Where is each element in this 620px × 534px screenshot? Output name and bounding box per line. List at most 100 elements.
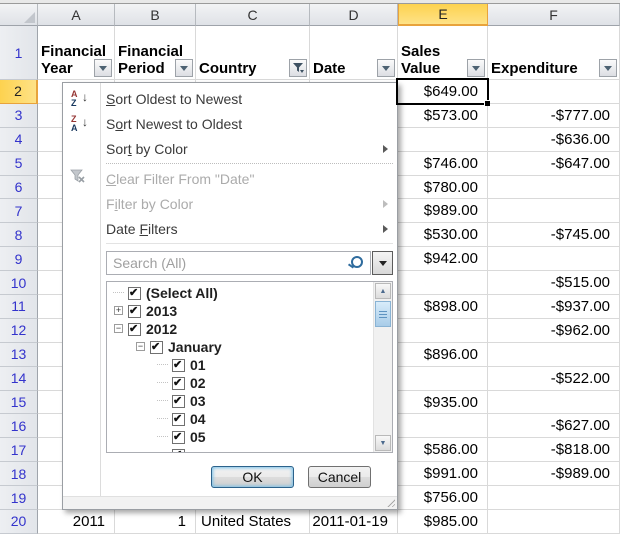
row-header-4[interactable]: 4 [0, 128, 38, 152]
cell-f1[interactable]: Expenditure [488, 26, 620, 80]
cell-e10[interactable] [398, 271, 488, 295]
menu-item-sort-newest-to-oldest[interactable]: Z A ↓ Sort Newest to Oldest [63, 111, 397, 136]
row-header-15[interactable]: 15 [0, 391, 38, 415]
tree-item[interactable]: 2012 [107, 320, 392, 338]
cell-b1[interactable]: Financial Period [115, 26, 196, 80]
checkbox[interactable] [172, 413, 185, 426]
ok-button[interactable]: OK [211, 466, 294, 488]
cell-f3[interactable]: -$777.00 [488, 104, 620, 128]
cell-e7[interactable]: $989.00 [398, 199, 488, 223]
row-header-20[interactable]: 20 [0, 510, 38, 534]
cell-e11[interactable]: $898.00 [398, 295, 488, 319]
tree-scrollbar[interactable]: ▲ ▼ [373, 282, 392, 452]
tree-expander-minus-icon[interactable] [135, 338, 148, 356]
cell-f13[interactable] [488, 343, 620, 367]
autofilter-button-country-filtered[interactable] [289, 59, 307, 77]
cell-e12[interactable] [398, 319, 488, 343]
column-header-d[interactable]: D [310, 4, 398, 26]
cell-e18[interactable]: $991.00 [398, 462, 488, 486]
scroll-down-button[interactable]: ▼ [375, 435, 391, 451]
cell-e2[interactable]: $649.00 [398, 80, 488, 104]
cell-f17[interactable]: -$818.00 [488, 438, 620, 462]
column-header-a[interactable]: A [38, 4, 115, 26]
menu-item-sort-by-color[interactable]: Sort by Color [63, 136, 397, 161]
cell-e14[interactable] [398, 367, 488, 391]
cell-f18[interactable]: -$989.00 [488, 462, 620, 486]
checkbox[interactable] [172, 377, 185, 390]
tree-item[interactable]: 02 [107, 374, 392, 392]
row-header-9[interactable]: 9 [0, 247, 38, 271]
cell-e20[interactable]: $985.00 [398, 510, 488, 534]
checkbox[interactable] [172, 449, 185, 454]
autofilter-button-year[interactable] [94, 59, 112, 77]
cell-e1[interactable]: Sales Value [398, 26, 488, 80]
cell-f16[interactable]: -$627.00 [488, 414, 620, 438]
cell-f19[interactable] [488, 486, 620, 510]
row-header-6[interactable]: 6 [0, 176, 38, 200]
column-header-b[interactable]: B [115, 4, 196, 26]
cell-f11[interactable]: -$937.00 [488, 295, 620, 319]
cell-f12[interactable]: -$962.00 [488, 319, 620, 343]
cell-b20[interactable]: 1 [115, 510, 196, 534]
autofilter-button-period[interactable] [175, 59, 193, 77]
tree-item[interactable]: 2013 [107, 302, 392, 320]
cell-f10[interactable]: -$515.00 [488, 271, 620, 295]
checkbox[interactable] [128, 323, 141, 336]
tree-expander-minus-icon[interactable] [114, 324, 123, 333]
cell-f2[interactable] [488, 80, 620, 104]
cell-f20[interactable] [488, 510, 620, 534]
row-header-16[interactable]: 16 [0, 414, 38, 438]
row-header-19[interactable]: 19 [0, 486, 38, 510]
cell-e19[interactable]: $756.00 [398, 486, 488, 510]
row-header-14[interactable]: 14 [0, 367, 38, 391]
cell-c20[interactable]: United States [196, 510, 310, 534]
row-header-12[interactable]: 12 [0, 319, 38, 343]
search-scope-dropdown-button[interactable] [372, 251, 393, 275]
cell-d1[interactable]: Date [310, 26, 398, 80]
cell-f4[interactable]: -$636.00 [488, 128, 620, 152]
row-header-5[interactable]: 5 [0, 152, 38, 176]
tree-expander-plus-icon[interactable] [114, 306, 123, 315]
cell-e4[interactable] [398, 128, 488, 152]
tree-item[interactable]: 01 [107, 356, 392, 374]
cell-f14[interactable]: -$522.00 [488, 367, 620, 391]
cell-f6[interactable] [488, 176, 620, 200]
cell-e6[interactable]: $780.00 [398, 176, 488, 200]
tree-item[interactable]: 04 [107, 410, 392, 428]
cell-c1[interactable]: Country [196, 26, 310, 80]
tree-item[interactable] [107, 446, 392, 453]
tree-item[interactable]: 05 [107, 428, 392, 446]
cell-d20[interactable]: 2011-01-19 [310, 510, 398, 534]
cell-a1[interactable]: Financial Year [38, 26, 115, 80]
checkbox[interactable] [172, 431, 185, 444]
row-header-11[interactable]: 11 [0, 295, 38, 319]
menu-item-sort-oldest-to-newest[interactable]: A Z ↓ Sort Oldest to Newest [63, 86, 397, 111]
menu-item-date-filters[interactable]: Date Filters [63, 216, 397, 241]
tree-item[interactable]: 03 [107, 392, 392, 410]
row-header-3[interactable]: 3 [0, 104, 38, 128]
tree-item[interactable]: January [107, 338, 392, 356]
checkbox[interactable] [128, 287, 141, 300]
cell-e8[interactable]: $530.00 [398, 223, 488, 247]
checkbox[interactable] [128, 305, 141, 318]
tree-expander-plus-icon[interactable] [113, 302, 126, 320]
cell-e13[interactable]: $896.00 [398, 343, 488, 367]
scrollbar-thumb[interactable] [375, 301, 391, 327]
cell-e3[interactable]: $573.00 [398, 104, 488, 128]
cell-e15[interactable]: $935.00 [398, 391, 488, 415]
column-header-c[interactable]: C [196, 4, 310, 26]
row-header-7[interactable]: 7 [0, 199, 38, 223]
cell-f9[interactable] [488, 247, 620, 271]
cell-f15[interactable] [488, 391, 620, 415]
resize-grip-icon[interactable] [385, 498, 395, 507]
column-header-f[interactable]: F [488, 4, 620, 26]
scroll-up-button[interactable]: ▲ [375, 283, 391, 299]
cell-f5[interactable]: -$647.00 [488, 152, 620, 176]
cell-f7[interactable] [488, 199, 620, 223]
select-all-corner[interactable] [0, 4, 38, 26]
row-header-18[interactable]: 18 [0, 462, 38, 486]
row-header-8[interactable]: 8 [0, 223, 38, 247]
cell-f8[interactable]: -$745.00 [488, 223, 620, 247]
cell-e5[interactable]: $746.00 [398, 152, 488, 176]
row-header-1[interactable]: 1 [0, 26, 38, 80]
